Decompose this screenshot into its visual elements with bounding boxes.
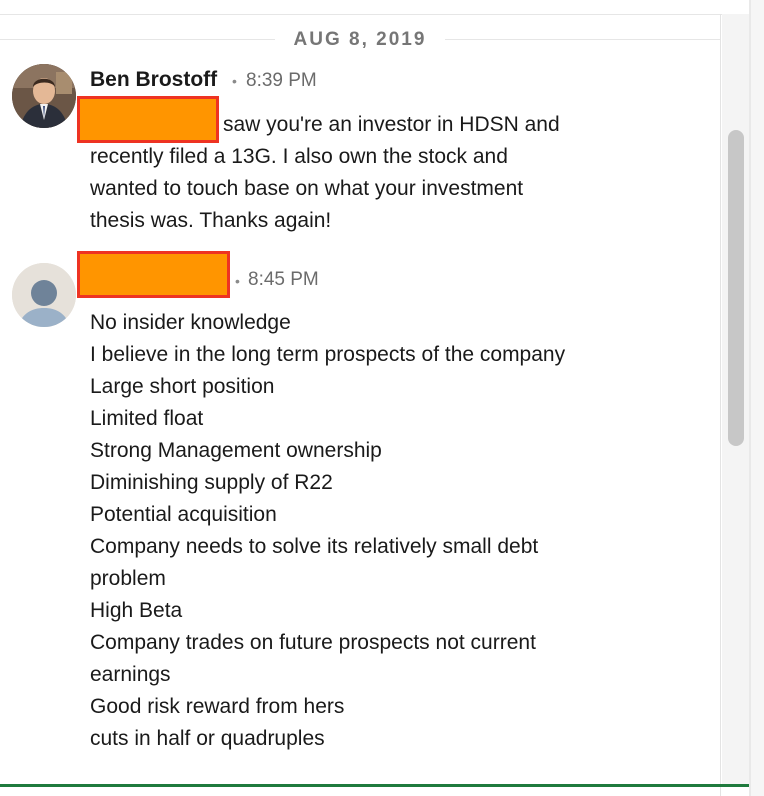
date-divider-line-right bbox=[445, 39, 720, 40]
message-text-line: Good risk reward from hers bbox=[90, 695, 345, 718]
message-text-line: cuts in half or quadruples bbox=[90, 727, 325, 750]
message-text-line: saw you're an investor in HDSN and bbox=[223, 113, 560, 136]
message-text-line: Company needs to solve its relatively sm… bbox=[90, 535, 539, 558]
redaction-box bbox=[77, 96, 219, 143]
panel-border bbox=[720, 14, 721, 796]
message-text-line: Potential acquisition bbox=[90, 503, 277, 526]
date-divider: AUG 8, 2019 bbox=[0, 24, 720, 54]
compose-focus-bar bbox=[0, 784, 749, 787]
sender-name[interactable]: Ben Brostoff bbox=[90, 68, 217, 92]
separator-dot: • bbox=[232, 73, 237, 89]
top-divider bbox=[0, 14, 722, 15]
separator-dot: • bbox=[235, 273, 240, 289]
message-text-line: High Beta bbox=[90, 599, 183, 622]
date-divider-line-left bbox=[0, 39, 275, 40]
message-text-line: recently filed a 13G. I also own the sto… bbox=[90, 145, 508, 168]
message-text-line: No insider knowledge bbox=[90, 311, 291, 334]
message-text-line: earnings bbox=[90, 663, 171, 686]
message-timestamp: 8:39 PM bbox=[246, 70, 317, 91]
avatar[interactable] bbox=[12, 64, 76, 128]
message-text-line: I believe in the long term prospects of … bbox=[90, 343, 566, 366]
message-text-line: thesis was. Thanks again! bbox=[90, 209, 332, 232]
profile-photo-icon bbox=[12, 64, 76, 128]
message-text-line: Company trades on future prospects not c… bbox=[90, 631, 536, 654]
date-divider-label: AUG 8, 2019 bbox=[293, 29, 427, 50]
message-text-line: Large short position bbox=[90, 375, 275, 398]
message-text-line: Limited float bbox=[90, 407, 204, 430]
message-text-line: wanted to touch base on what your invest… bbox=[90, 177, 524, 200]
default-user-icon bbox=[12, 263, 76, 327]
message-text-line: problem bbox=[90, 567, 166, 590]
message-text-line: Strong Management ownership bbox=[90, 439, 382, 462]
message-timestamp: 8:45 PM bbox=[248, 269, 319, 290]
avatar[interactable] bbox=[12, 263, 76, 327]
scrollbar-thumb[interactable] bbox=[728, 130, 744, 446]
redaction-box bbox=[77, 251, 230, 298]
message-text-line: Diminishing supply of R22 bbox=[90, 471, 333, 494]
window-edge bbox=[751, 0, 764, 796]
